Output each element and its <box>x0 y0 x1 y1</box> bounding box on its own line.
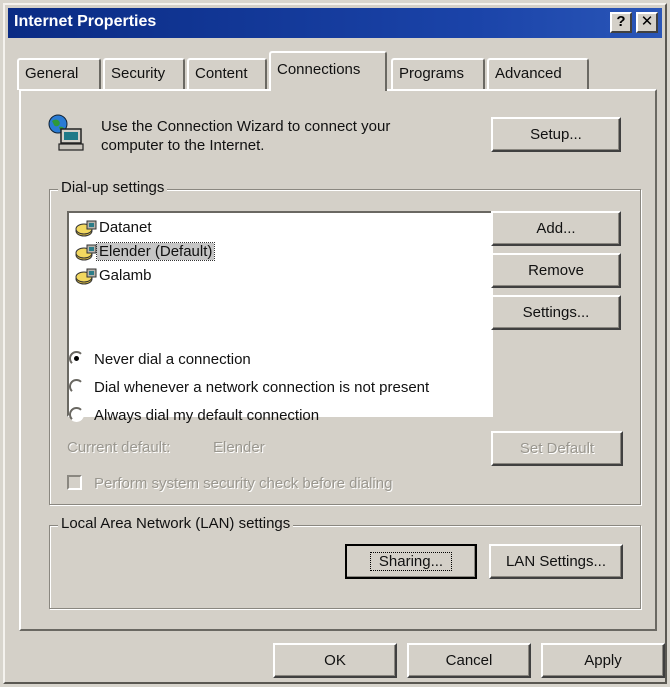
close-button[interactable]: ✕ <box>636 12 658 33</box>
dialup-connection-icon <box>75 218 97 238</box>
radio-dial-whenever-label: Dial whenever a network connection is no… <box>94 379 430 396</box>
list-item-galamb[interactable]: Galamb <box>75 265 154 289</box>
help-button[interactable]: ? <box>610 12 632 33</box>
wizard-text-line1: Use the Connection Wizard to connect you… <box>101 118 391 135</box>
tab-security-label: Security <box>111 65 166 82</box>
security-check-label: Perform system security check before dia… <box>94 475 393 492</box>
add-button[interactable]: Add... <box>491 211 621 246</box>
globe-computer-icon <box>45 113 85 153</box>
radio-button[interactable] <box>69 407 84 422</box>
radio-always-dial[interactable]: Always dial my default connection <box>69 405 319 429</box>
window-title: Internet Properties <box>14 13 157 30</box>
radio-dial-whenever[interactable]: Dial whenever a network connection is no… <box>69 377 429 401</box>
security-check-row[interactable]: Perform system security check before dia… <box>67 475 392 492</box>
tab-content-label: Content <box>195 65 248 82</box>
cancel-button[interactable]: Cancel <box>407 643 531 678</box>
tab-programs-label: Programs <box>399 65 465 82</box>
sharing-button[interactable]: Sharing... <box>345 544 477 579</box>
list-item-elender[interactable]: Elender (Default) <box>75 241 216 265</box>
internet-properties-window: Internet Properties ? ✕ General Security… <box>3 3 667 684</box>
sharing-button-label: Sharing... <box>369 552 453 571</box>
current-default-label: Current default: <box>67 439 171 456</box>
ok-button[interactable]: OK <box>273 643 397 678</box>
tab-programs[interactable]: Programs <box>391 58 485 90</box>
dialup-connection-icon <box>75 266 97 286</box>
connections-panel: Use the Connection Wizard to connect you… <box>19 89 657 631</box>
wizard-description: Use the Connection Wizard to connect you… <box>101 117 390 155</box>
tab-connections-label: Connections <box>277 61 361 78</box>
lan-settings-legend: Local Area Network (LAN) settings <box>58 515 294 532</box>
lan-settings-button[interactable]: LAN Settings... <box>489 544 623 579</box>
dialup-settings-legend: Dial-up settings <box>58 179 168 196</box>
radio-always-dial-label: Always dial my default connection <box>94 407 320 424</box>
list-item-label: Galamb <box>99 267 152 284</box>
setup-button[interactable]: Setup... <box>491 117 621 152</box>
current-default-value: Elender <box>213 439 265 456</box>
tab-advanced[interactable]: Advanced <box>487 58 589 90</box>
title-bar[interactable]: Internet Properties ? ✕ <box>8 8 662 38</box>
radio-button[interactable] <box>69 379 84 394</box>
list-item-label: Datanet <box>99 219 152 236</box>
radio-button-checked[interactable] <box>69 351 84 366</box>
tab-advanced-label: Advanced <box>495 65 562 82</box>
settings-button[interactable]: Settings... <box>491 295 621 330</box>
list-item-datanet[interactable]: Datanet <box>75 217 154 241</box>
tab-connections[interactable]: Connections <box>269 51 387 91</box>
tab-content[interactable]: Content <box>187 58 267 90</box>
remove-button[interactable]: Remove <box>491 253 621 288</box>
list-item-label: Elender (Default) <box>95 242 216 261</box>
radio-never-dial[interactable]: Never dial a connection <box>69 349 251 373</box>
radio-never-dial-label: Never dial a connection <box>94 351 251 368</box>
wizard-text-line2: computer to the Internet. <box>101 137 265 154</box>
tab-general-label: General <box>25 65 79 82</box>
set-default-button[interactable]: Set Default <box>491 431 623 466</box>
apply-button[interactable]: Apply <box>541 643 665 678</box>
tab-general[interactable]: General <box>17 58 101 90</box>
dialup-connection-icon <box>75 242 97 262</box>
tab-security[interactable]: Security <box>103 58 185 90</box>
security-check-checkbox[interactable] <box>67 475 82 490</box>
